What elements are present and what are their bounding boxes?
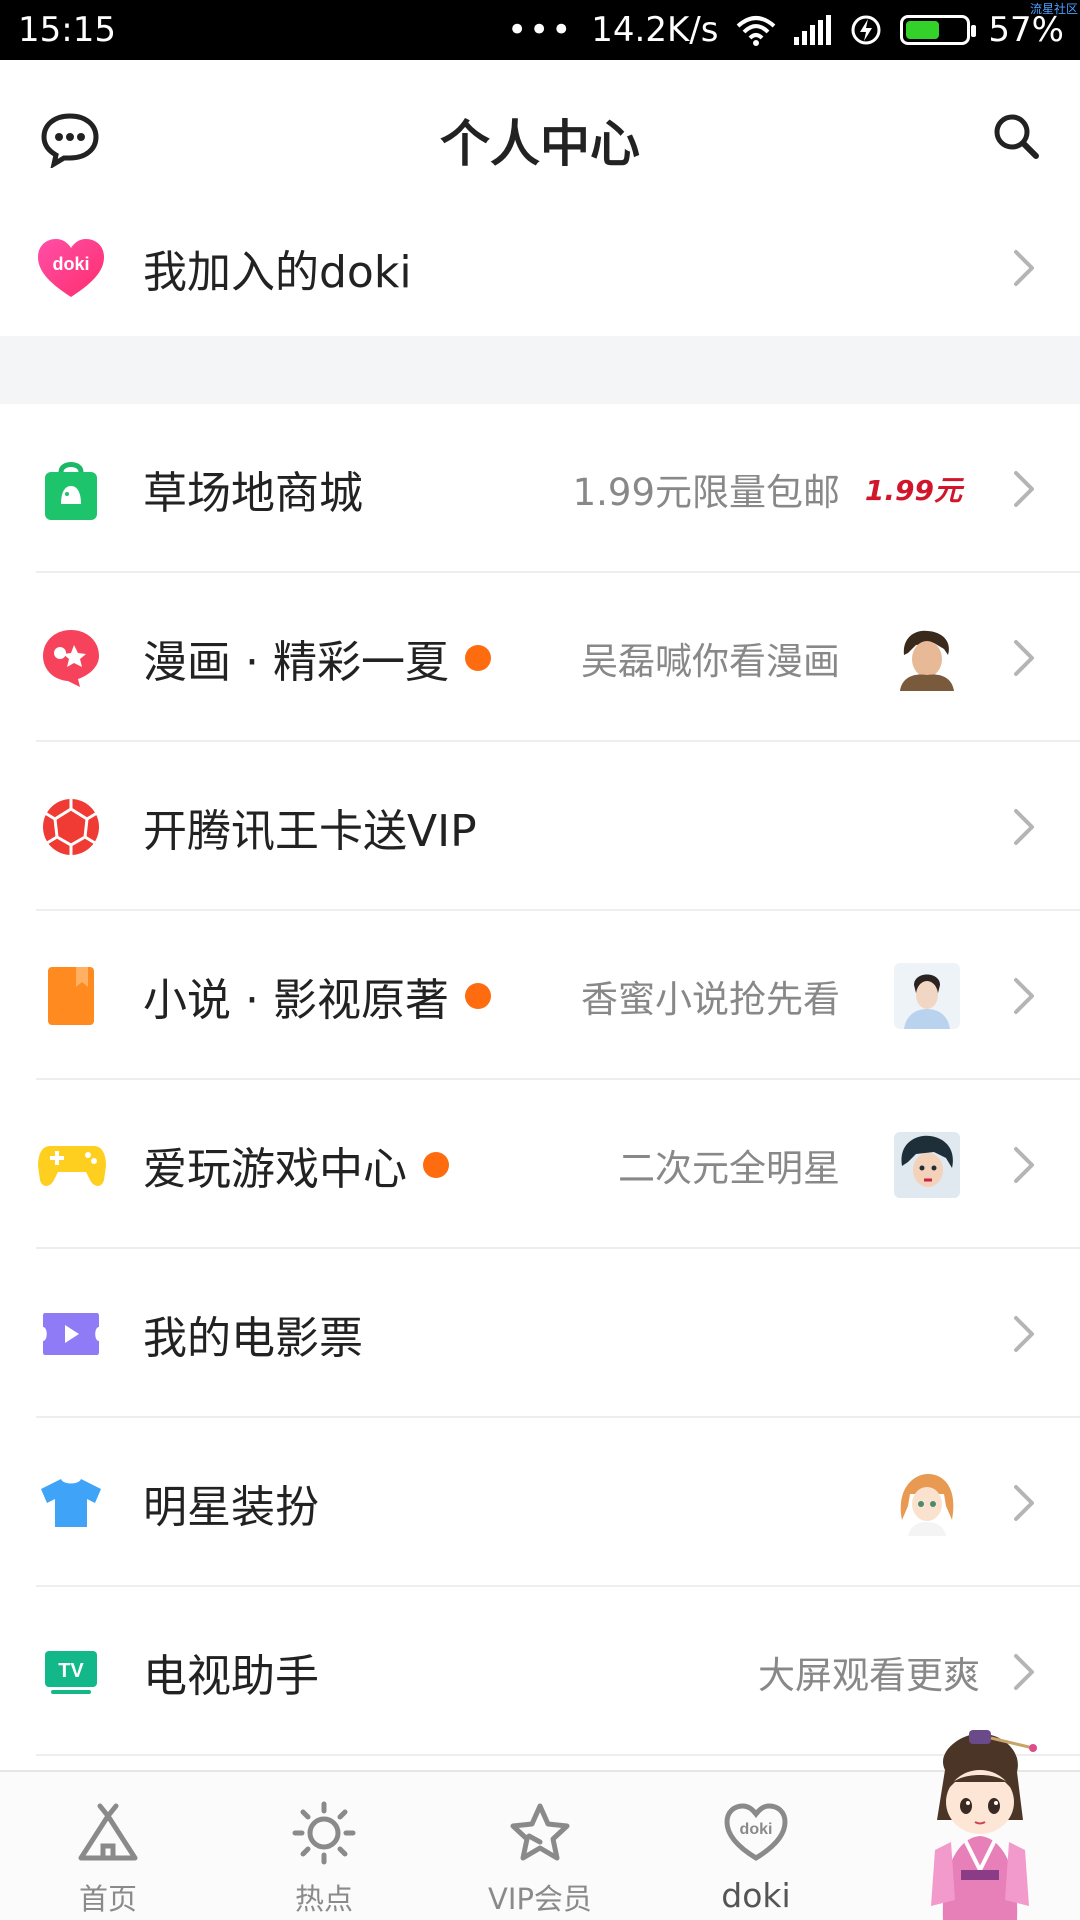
book-icon: [36, 961, 106, 1031]
boy-portrait-thumbnail: [894, 624, 960, 691]
price-badge: 1.99元: [864, 473, 962, 507]
tent-home-icon: [78, 1803, 138, 1861]
new-dot: [464, 982, 491, 1009]
menu-item-label: 开腾讯王卡送VIP: [143, 805, 477, 857]
menu-item-label: 草场地商城: [143, 467, 363, 519]
menu-item-label: 电视助手: [143, 1650, 319, 1702]
charging-icon: [851, 15, 881, 45]
menu-item-label: 我的电影票: [143, 1312, 363, 1364]
doki-heart-icon: doki: [724, 1803, 788, 1861]
notification-dots: •••: [507, 10, 574, 50]
battery-icon: [900, 15, 977, 45]
tshirt-icon: [36, 1468, 106, 1538]
menu-item-wangka-vip[interactable]: 开腾讯王卡送VIP: [0, 742, 1080, 911]
actress-portrait-thumbnail: [894, 962, 960, 1029]
chevron-right-icon: [1014, 1315, 1034, 1352]
tab-label: VIP会员: [488, 1882, 592, 1916]
search-icon[interactable]: [992, 112, 1040, 160]
chevron-right-icon: [1014, 1146, 1034, 1183]
menu-item-mall[interactable]: 草场地商城 1.99元限量包邮 1.99元: [0, 404, 1080, 573]
svg-text:TV: TV: [58, 1660, 84, 1682]
chevron-right-icon: [1014, 977, 1034, 1014]
wifi-icon: [737, 16, 776, 46]
svg-text:doki: doki: [740, 1821, 773, 1838]
tab-vip[interactable]: VIP会员: [432, 1772, 648, 1920]
menu-item-subtitle: 大屏观看更爽: [758, 1653, 980, 1697]
menu-list: 草场地商城 1.99元限量包邮 1.99元 漫画 · 精彩一夏 吴磊喊你看漫画: [0, 404, 1080, 1756]
tab-label: 首页: [78, 1882, 137, 1916]
shopping-bag-icon: [36, 454, 106, 524]
gamepad-icon: [36, 1130, 108, 1200]
menu-item-label: 漫画 · 精彩一夏: [143, 626, 491, 690]
doki-row[interactable]: doki 我加入的doki: [0, 200, 1080, 336]
chevron-right-icon: [1014, 639, 1034, 676]
doki-heart-icon: doki: [36, 233, 106, 303]
page-title: 个人中心: [440, 115, 640, 173]
svg-text:doki: doki: [52, 254, 89, 274]
menu-item-subtitle: 二次元全明星: [618, 1146, 840, 1190]
status-time: 15:15: [18, 10, 116, 50]
new-dot: [464, 644, 491, 671]
menu-item-subtitle: 香蜜小说抢先看: [581, 977, 840, 1021]
menu-item-movie-ticket[interactable]: 我的电影票: [0, 1249, 1080, 1418]
menu-item-subtitle: 吴磊喊你看漫画: [581, 639, 840, 683]
chevron-right-icon: [1014, 808, 1034, 845]
tab-home[interactable]: 首页: [0, 1772, 216, 1920]
menu-item-novel[interactable]: 小说 · 影视原著 香蜜小说抢先看: [0, 911, 1080, 1080]
menu-item-comic[interactable]: 漫画 · 精彩一夏 吴磊喊你看漫画: [0, 573, 1080, 742]
menu-item-label: 小说 · 影视原著: [143, 964, 491, 1028]
mascot-character[interactable]: [905, 1730, 1055, 1920]
status-bar: 15:15 流星社区 ••• 14.2K/s 57%: [0, 0, 1080, 60]
tab-label: doki: [721, 1876, 791, 1915]
menu-item-label: 爱玩游戏中心: [143, 1133, 449, 1197]
star-vip-icon: [510, 1803, 570, 1861]
sun-hot-icon: [292, 1801, 356, 1865]
menu-item-game-center[interactable]: 爱玩游戏中心 二次元全明星: [0, 1080, 1080, 1249]
anime-girl-thumbnail: [894, 1469, 960, 1536]
comic-icon: [36, 623, 106, 693]
anime-boy-thumbnail: [894, 1131, 960, 1198]
network-speed: 14.2K/s: [591, 10, 719, 50]
signal-icon: [794, 15, 832, 45]
tab-label: 热点: [294, 1882, 353, 1916]
chevron-right-icon: [1014, 1484, 1034, 1521]
section-gap: [0, 336, 1080, 404]
tab-doki[interactable]: doki doki: [648, 1772, 864, 1920]
battery-percent: 57%: [988, 10, 1064, 50]
menu-item-subtitle: 1.99元限量包邮: [572, 470, 840, 514]
tv-icon: TV: [36, 1637, 106, 1707]
menu-item-label: 明星装扮: [143, 1481, 319, 1533]
chevron-right-icon: [1014, 1653, 1034, 1690]
doki-row-label: 我加入的doki: [143, 247, 412, 298]
wangka-icon: [36, 792, 106, 862]
header: 个人中心: [0, 60, 1080, 220]
new-dot: [423, 1151, 449, 1178]
chevron-right-icon: [1014, 250, 1034, 286]
chevron-right-icon: [1014, 470, 1034, 507]
battery-fill: [906, 21, 940, 39]
menu-item-star-dressup[interactable]: 明星装扮: [0, 1418, 1080, 1587]
tab-hot[interactable]: 热点: [216, 1772, 432, 1920]
ticket-icon: [36, 1299, 106, 1369]
